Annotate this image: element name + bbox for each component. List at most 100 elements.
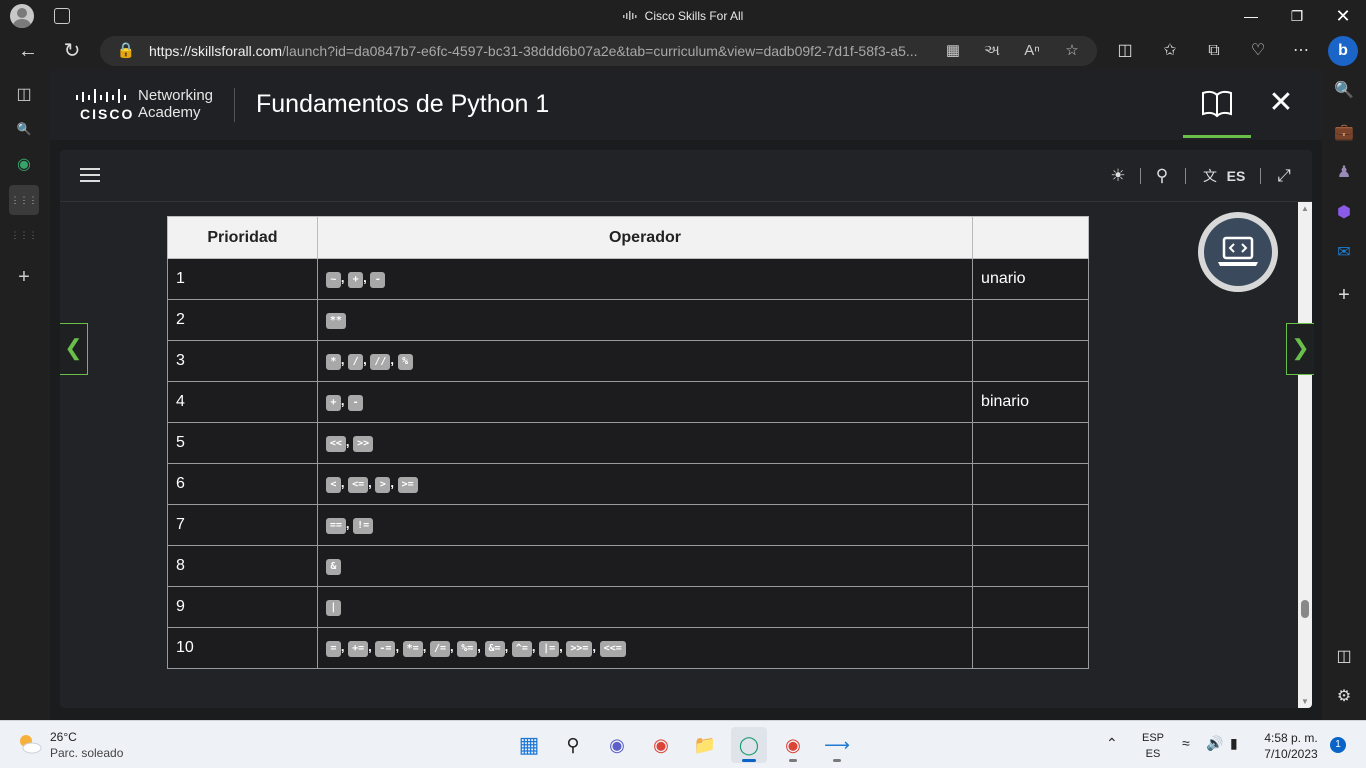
scroll-up-icon[interactable]: ▲ (1300, 204, 1310, 213)
operator-separator: , (450, 639, 458, 654)
vscode-icon[interactable]: ⟶ (819, 727, 855, 763)
code-lab-button[interactable] (1198, 212, 1278, 292)
start-button[interactable]: ▦ (511, 727, 547, 763)
new-tab-icon[interactable]: + (9, 262, 39, 292)
scroll-down-icon[interactable]: ▼ (1300, 697, 1310, 706)
minimize-button[interactable]: — (1228, 0, 1274, 32)
sidebar-hide-icon[interactable]: ◫ (1331, 644, 1357, 670)
arity-cell (972, 586, 1089, 628)
operator-separator: , (345, 434, 354, 449)
operator-badge: % (397, 354, 413, 370)
operator-badge: - (348, 395, 364, 411)
read-aloud-icon[interactable]: Aⁿ (1022, 41, 1042, 61)
performance-icon[interactable]: ♡ (1245, 38, 1271, 64)
header-operator: Operador (316, 216, 974, 259)
arity-cell (972, 627, 1089, 669)
taskbar-search-icon[interactable]: ⚲ (555, 727, 591, 763)
next-page-arrow[interactable]: ❯ (1286, 323, 1314, 375)
course-book-button[interactable] (1183, 70, 1251, 138)
tab-actions-icon[interactable]: ◫ (9, 80, 39, 110)
clock-date: 7/10/2023 (1264, 747, 1318, 761)
teams-icon[interactable]: ◉ (599, 727, 635, 763)
refresh-button[interactable]: ↻ (58, 38, 86, 66)
search-icon[interactable]: ⚲ (1150, 164, 1174, 188)
favorites-icon[interactable]: ✩ (1157, 38, 1183, 64)
sidebar-games-icon[interactable]: ♟ (1331, 160, 1357, 186)
content-panel: ☀ ⚲ 文 ES ⤢ Prioridad Operador 1 ~, +, - un… (60, 150, 1312, 708)
vertical-tabs-strip: ◫ 🔍 ◉ ⋮⋮⋮ ⋮⋮⋮ + (0, 70, 50, 720)
arity-cell (972, 299, 1089, 341)
app-available-icon[interactable]: ▦ (943, 41, 963, 61)
operator-badge: << (325, 436, 346, 452)
input-language[interactable]: ESP ES (1140, 730, 1166, 762)
theme-toggle-icon[interactable]: ☀ (1106, 164, 1130, 188)
tab-cisco-active[interactable]: ⋮⋮⋮ (9, 185, 39, 215)
wifi-icon[interactable]: ≈ (1182, 735, 1190, 751)
operator-separator: , (340, 352, 349, 367)
edge-icon[interactable]: ◯ (731, 727, 767, 763)
operator-badge: + (325, 395, 341, 411)
maximize-button[interactable]: ❐ (1274, 0, 1320, 32)
translate-icon[interactable]: અ (982, 41, 1002, 61)
vertical-scrollbar[interactable]: ▲ ▼ (1298, 202, 1312, 708)
operator-badge: -= (375, 641, 396, 657)
language-selector[interactable]: ES (1222, 164, 1250, 188)
sidebar-add-icon[interactable]: + (1331, 282, 1357, 308)
operator-badge: |= (539, 641, 560, 657)
address-bar[interactable]: 🔒 https://skillsforall.com/launch?id=da0… (100, 36, 1097, 66)
operator-separator: , (390, 475, 398, 490)
sidebar-search-icon[interactable]: 🔍 (1331, 78, 1357, 104)
volume-icon[interactable]: 🔊 (1206, 735, 1223, 752)
url-path: /launch?id=da0847b7-e6fc-4597-bc31-38ddd… (282, 43, 918, 59)
bing-copilot-icon[interactable]: b (1328, 36, 1358, 66)
operator-badge: | (325, 600, 341, 616)
operator-badge: < (325, 477, 341, 493)
battery-icon[interactable]: ▮ (1230, 735, 1238, 752)
tab-cisco[interactable]: ⋮⋮⋮ (9, 220, 39, 250)
operator-badge: ^= (511, 641, 532, 657)
weather-partly-sunny-icon[interactable] (16, 731, 42, 757)
sidebar-outlook-icon[interactable]: ✉ (1331, 240, 1357, 266)
notification-badge[interactable]: 1 (1330, 737, 1346, 753)
show-hidden-icons[interactable]: ⌃ (1106, 735, 1118, 752)
operator-badge: <<= (599, 641, 626, 657)
file-explorer-icon[interactable]: 📁 (687, 727, 723, 763)
operator-badge: /= (429, 641, 450, 657)
clock[interactable]: 4:58 p. m. 7/10/2023 (1258, 730, 1324, 762)
favorite-star-icon[interactable]: ☆ (1062, 41, 1082, 61)
arity-cell: binario (972, 381, 1089, 423)
tab-favicon-green[interactable]: ◉ (9, 150, 39, 180)
operator-separator: , (368, 639, 376, 654)
table-header-row: Prioridad Operador (167, 216, 1089, 259)
collections-icon[interactable]: ⧉ (1201, 38, 1227, 64)
weather-condition[interactable]: Parc. soleado (50, 746, 123, 760)
operators-cell: | (316, 586, 974, 628)
operator-badge: &= (484, 641, 505, 657)
operator-badge: & (325, 559, 341, 575)
previous-page-arrow[interactable]: ❮ (60, 323, 88, 375)
scrollbar-thumb[interactable] (1301, 600, 1309, 618)
menu-icon[interactable] (80, 168, 100, 184)
more-menu-icon[interactable]: ⋯ (1288, 38, 1314, 64)
close-course-button[interactable]: ✕ (1266, 88, 1296, 118)
window-close-button[interactable]: ✕ (1320, 0, 1366, 32)
url-text[interactable]: https://skillsforall.com/launch?id=da084… (149, 43, 918, 59)
split-screen-icon[interactable]: ◫ (1112, 38, 1138, 64)
sidebar-office-icon[interactable]: ⬢ (1331, 200, 1357, 226)
lock-icon[interactable]: 🔒 (116, 41, 136, 61)
table-row: 7 ==, != (167, 504, 1089, 546)
arity-cell: unario (972, 258, 1089, 300)
operator-separator: , (504, 639, 512, 654)
fullscreen-icon[interactable]: ⤢ (1272, 164, 1296, 188)
language-icon[interactable]: 文 (1198, 164, 1222, 188)
course-title: Fundamentos de Python 1 (256, 90, 550, 118)
chrome-profile-icon[interactable]: ◉ (775, 727, 811, 763)
sidebar-tools-icon[interactable]: 💼 (1331, 120, 1357, 146)
arity-cell (972, 545, 1089, 587)
weather-temperature[interactable]: 26°C (50, 730, 77, 744)
window-title-text: Cisco Skills For All (644, 9, 744, 23)
search-tab-icon[interactable]: 🔍 (9, 114, 39, 144)
back-button[interactable]: ← (14, 38, 42, 66)
chrome-icon[interactable]: ◉ (643, 727, 679, 763)
sidebar-settings-icon[interactable]: ⚙ (1331, 684, 1357, 710)
